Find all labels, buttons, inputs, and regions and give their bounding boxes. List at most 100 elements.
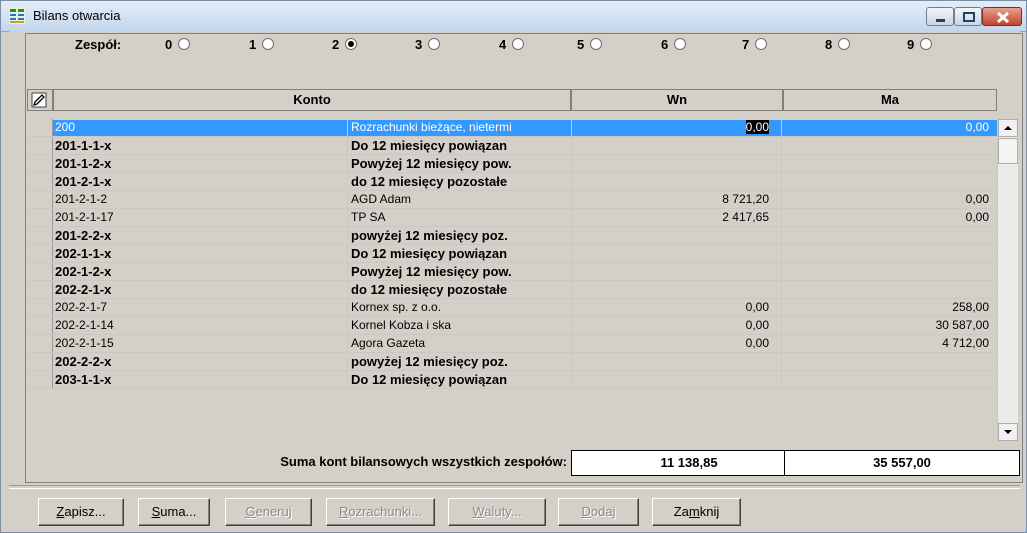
table-row[interactable]: 201-1-1-x Do 12 miesięcy powiązan (27, 137, 997, 155)
account-name-cell[interactable]: AGD Adam (351, 192, 569, 208)
wn-edit-value[interactable]: 0,00 (745, 120, 769, 134)
wn-cell[interactable]: 0,00 (572, 120, 781, 136)
radio-icon[interactable] (178, 38, 191, 50)
account-name-cell[interactable]: Powyżej 12 miesięcy pow. (351, 264, 569, 280)
table-row[interactable]: 201-2-1-2 AGD Adam 8 721,20 0,00 (27, 191, 997, 209)
column-header-wn[interactable]: Wn (571, 89, 783, 111)
account-cell[interactable]: 200 (53, 120, 347, 136)
wn-cell[interactable] (571, 174, 769, 190)
table-row[interactable]: 201-1-2-x Powyżej 12 miesięcy pow. (27, 155, 997, 173)
row-selector[interactable] (27, 119, 53, 136)
save-button[interactable]: Zapisz... (38, 498, 124, 526)
team-radio-1[interactable]: 1 (249, 37, 275, 52)
wn-cell[interactable] (571, 246, 769, 262)
row-selector[interactable] (27, 281, 53, 298)
radio-icon[interactable] (920, 38, 933, 50)
wn-cell[interactable]: 0,00 (571, 300, 769, 316)
account-name-cell[interactable]: powyżej 12 miesięcy poz. (351, 228, 569, 244)
add-button[interactable]: Dodaj (558, 498, 639, 526)
ma-cell[interactable]: 0,00 (783, 192, 989, 208)
row-selector[interactable] (27, 371, 53, 388)
account-name-cell[interactable]: Do 12 miesięcy powiązan (351, 246, 569, 262)
generate-button[interactable]: Generuj (225, 498, 312, 526)
table-row[interactable]: 202-1-1-x Do 12 miesięcy powiązan (27, 245, 997, 263)
table-row[interactable]: 203-1-1-x Do 12 miesięcy powiązan (27, 371, 997, 389)
account-cell[interactable]: 202-2-2-x (55, 354, 345, 370)
team-radio-4[interactable]: 4 (499, 37, 525, 52)
account-name-cell[interactable]: TP SA (351, 210, 569, 226)
team-radio-7[interactable]: 7 (742, 37, 768, 52)
table-row[interactable]: 200 Rozrachunki bieżące, nietermi 0,00 0,00 (27, 119, 997, 137)
account-cell[interactable]: 203-1-1-x (55, 372, 345, 388)
team-radio-8[interactable]: 8 (825, 37, 851, 52)
account-cell[interactable]: 202-2-1-14 (55, 318, 345, 334)
wn-cell[interactable]: 0,00 (571, 318, 769, 334)
wn-cell[interactable] (571, 138, 769, 154)
ma-cell[interactable] (783, 282, 989, 298)
account-cell[interactable]: 202-1-2-x (55, 264, 345, 280)
account-name-cell[interactable]: do 12 miesięcy pozostałe (351, 282, 569, 298)
wn-cell[interactable] (571, 354, 769, 370)
ma-cell[interactable]: 258,00 (783, 300, 989, 316)
account-name-cell[interactable]: Do 12 miesięcy powiązan (351, 138, 569, 154)
title-bar[interactable]: Bilans otwarcia (1, 1, 1026, 32)
row-selector[interactable] (27, 155, 53, 172)
account-cell[interactable]: 201-2-1-2 (55, 192, 345, 208)
scroll-up-button[interactable] (998, 119, 1018, 137)
row-selector[interactable] (27, 173, 53, 190)
row-selector[interactable] (27, 137, 53, 154)
account-name-cell[interactable]: Powyżej 12 miesięcy pow. (351, 156, 569, 172)
table-row[interactable]: 202-2-1-x do 12 miesięcy pozostałe (27, 281, 997, 299)
account-name-cell[interactable]: Rozrachunki bieżące, nietermi (348, 120, 571, 136)
team-radio-9[interactable]: 9 (907, 37, 933, 52)
ma-cell[interactable] (783, 246, 989, 262)
ma-cell[interactable] (783, 174, 989, 190)
team-radio-6[interactable]: 6 (661, 37, 687, 52)
account-cell[interactable]: 202-2-1-7 (55, 300, 345, 316)
table-row[interactable]: 201-2-2-x powyżej 12 miesięcy poz. (27, 227, 997, 245)
account-cell[interactable]: 201-2-1-x (55, 174, 345, 190)
account-cell[interactable]: 202-2-1-x (55, 282, 345, 298)
scroll-thumb[interactable] (998, 138, 1018, 164)
row-selector[interactable] (27, 209, 53, 226)
table-row[interactable]: 201-2-1-17 TP SA 2 417,65 0,00 (27, 209, 997, 227)
row-selector[interactable] (27, 299, 53, 316)
row-selector[interactable] (27, 191, 53, 208)
radio-icon[interactable] (755, 38, 768, 50)
ma-cell[interactable]: 30 587,00 (783, 318, 989, 334)
ma-cell[interactable] (783, 138, 989, 154)
ma-cell[interactable]: 0,00 (782, 120, 997, 136)
account-name-cell[interactable]: Kornex sp. z o.o. (351, 300, 569, 316)
maximize-button[interactable] (954, 7, 982, 26)
table-row[interactable]: 201-2-1-x do 12 miesięcy pozostałe (27, 173, 997, 191)
column-header-konto[interactable]: Konto (53, 89, 571, 111)
account-name-cell[interactable]: Agora Gazeta (351, 336, 569, 352)
wn-cell[interactable] (571, 372, 769, 388)
account-cell[interactable]: 201-2-1-17 (55, 210, 345, 226)
wn-cell[interactable] (571, 228, 769, 244)
wn-cell[interactable]: 2 417,65 (571, 210, 769, 226)
ma-cell[interactable] (783, 264, 989, 280)
table-row[interactable]: 202-2-1-7 Kornex sp. z o.o. 0,00 258,00 (27, 299, 997, 317)
radio-icon[interactable] (590, 38, 603, 50)
account-cell[interactable]: 202-1-1-x (55, 246, 345, 262)
radio-icon[interactable] (262, 38, 275, 50)
radio-icon[interactable] (838, 38, 851, 50)
wn-cell[interactable]: 8 721,20 (571, 192, 769, 208)
team-radio-0[interactable]: 0 (165, 37, 191, 52)
account-cell[interactable]: 201-1-2-x (55, 156, 345, 172)
row-selector[interactable] (27, 227, 53, 244)
account-name-cell[interactable]: Kornel Kobza i ska (351, 318, 569, 334)
column-header-ma[interactable]: Ma (783, 89, 997, 111)
row-selector[interactable] (27, 263, 53, 280)
vertical-scrollbar[interactable] (997, 119, 1018, 441)
radio-icon[interactable] (674, 38, 687, 50)
account-cell[interactable]: 201-2-2-x (55, 228, 345, 244)
row-selector[interactable] (27, 317, 53, 334)
account-cell[interactable]: 201-1-1-x (55, 138, 345, 154)
table-row[interactable]: 202-2-2-x powyżej 12 miesięcy poz. (27, 353, 997, 371)
scroll-down-button[interactable] (998, 423, 1018, 441)
wn-cell[interactable]: 0,00 (571, 336, 769, 352)
row-selector[interactable] (27, 245, 53, 262)
ma-cell[interactable]: 0,00 (783, 210, 989, 226)
